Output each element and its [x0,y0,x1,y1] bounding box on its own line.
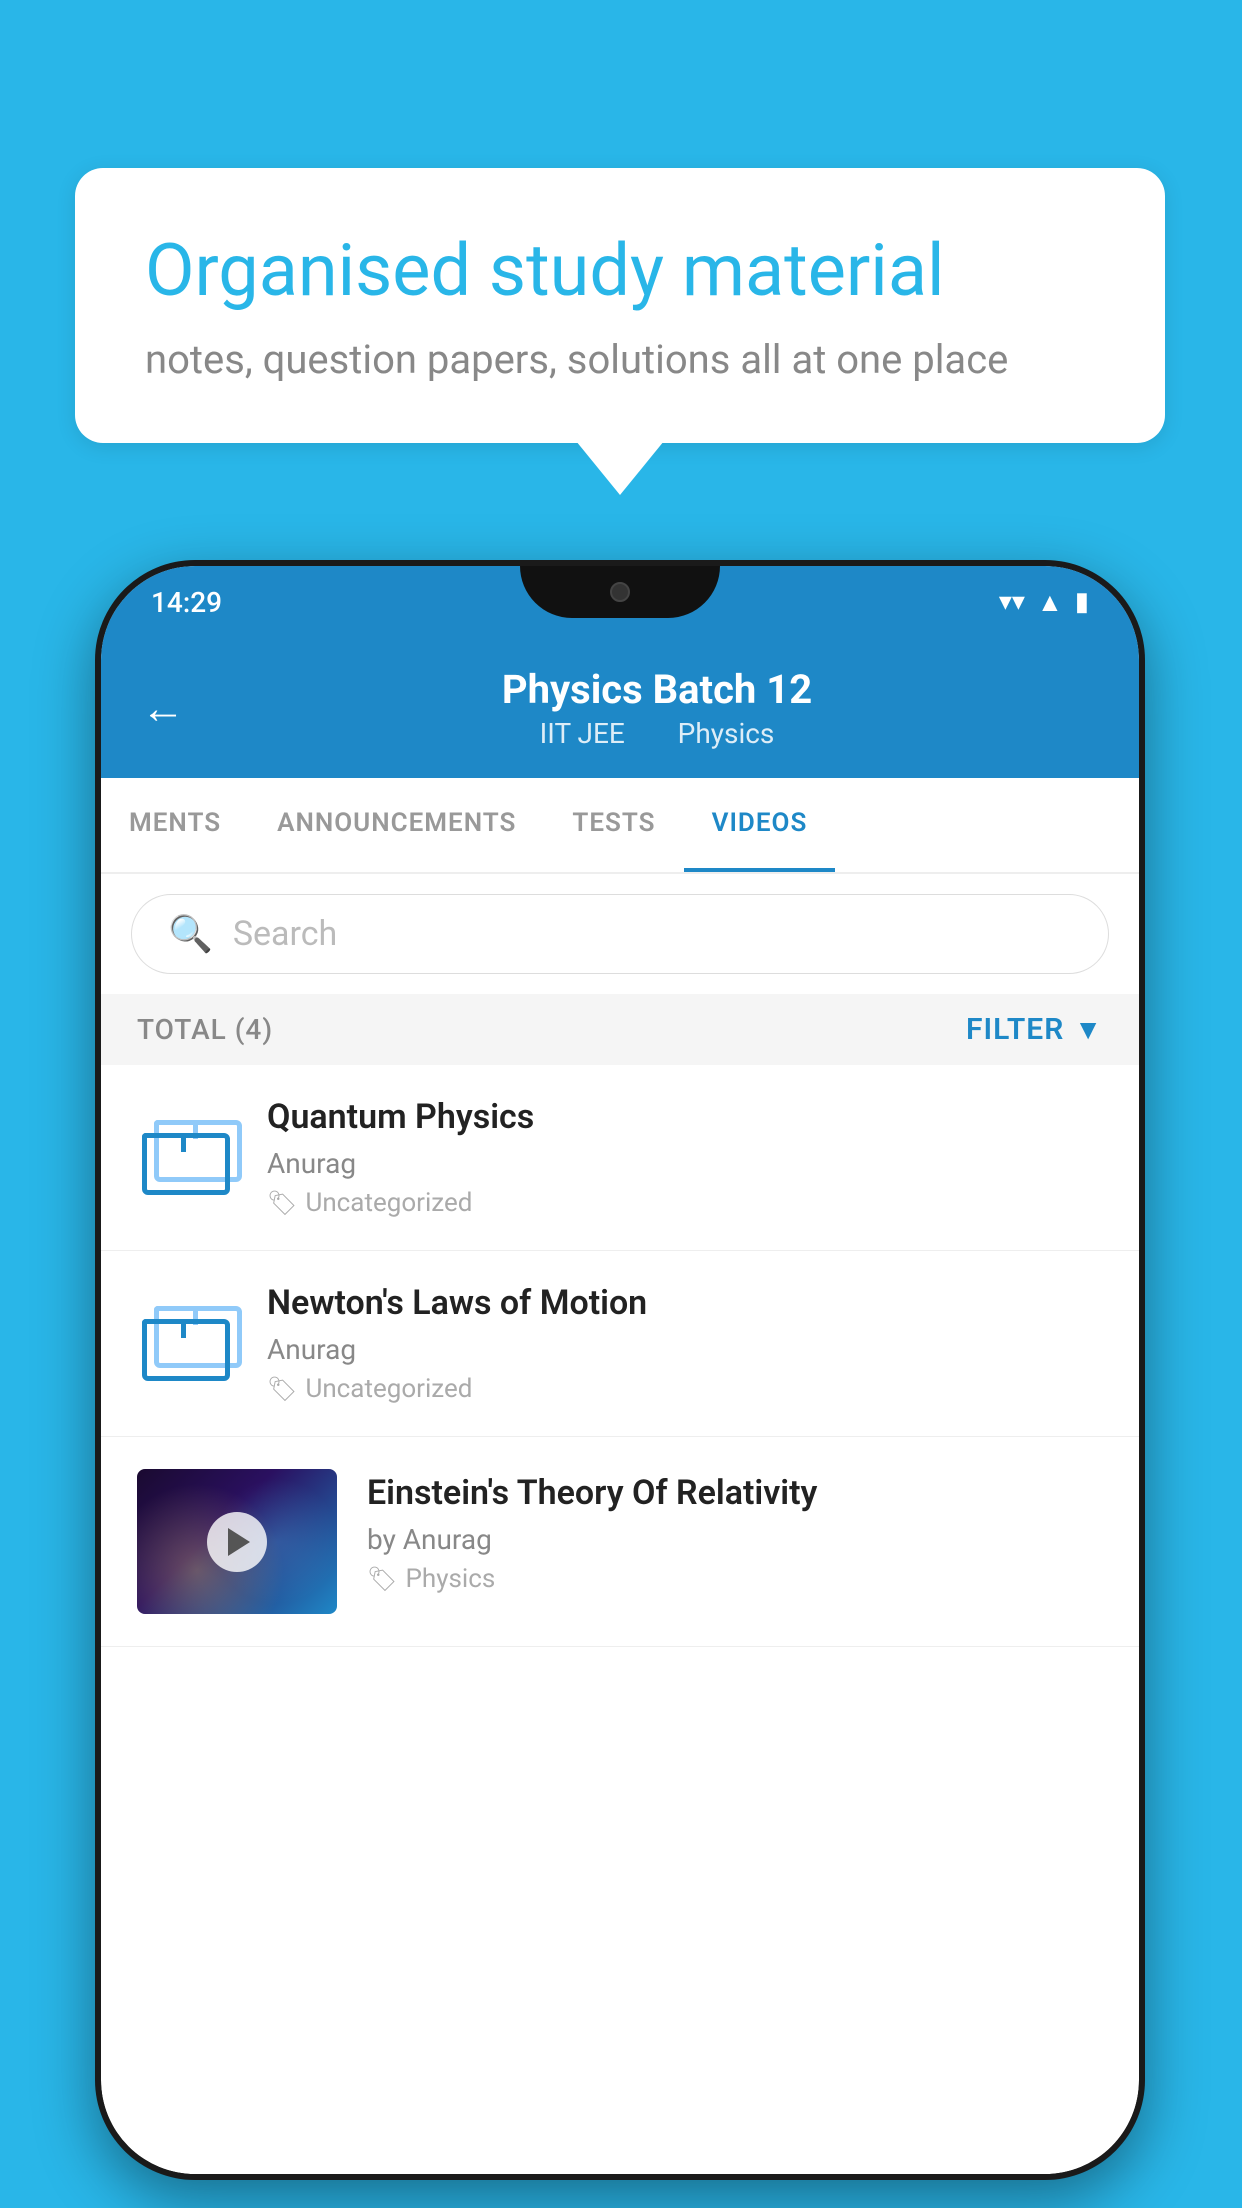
search-bar[interactable]: 🔍 Search [131,894,1109,974]
video-item[interactable]: Newton's Laws of Motion Anurag 🏷 Uncateg… [101,1251,1139,1437]
play-button[interactable] [207,1512,267,1572]
filter-bar: TOTAL (4) FILTER ▼ [101,994,1139,1065]
bubble-title: Organised study material [145,228,1095,314]
video-item[interactable]: Quantum Physics Anurag 🏷 Uncategorized [101,1065,1139,1251]
bubble-subtitle: notes, question papers, solutions all at… [145,336,1095,383]
tab-videos[interactable]: VIDEOS [684,778,836,872]
wifi-icon: ▾▾ [999,587,1025,617]
back-button[interactable]: ← [141,682,185,734]
search-container: 🔍 Search [101,874,1139,994]
tab-bar: MENTS ANNOUNCEMENTS TESTS VIDEOS [101,778,1139,874]
video-thumbnail [137,1469,337,1614]
camera-icon [610,582,630,602]
total-count: TOTAL (4) [137,1013,273,1046]
video-author: Anurag [267,1333,1103,1366]
tag-icon: 🏷 [367,1565,397,1593]
notch [520,566,720,618]
folder-front-icon [142,1319,220,1381]
video-tag: 🏷 Uncategorized [267,1188,1103,1218]
search-icon: 🔍 [168,913,213,955]
header-title-area: Physics Batch 12 IIT JEE Physics [215,666,1099,750]
video-info: Newton's Laws of Motion Anurag 🏷 Uncateg… [267,1283,1103,1404]
tag-label: Uncategorized [305,1188,472,1218]
video-title: Einstein's Theory Of Relativity [367,1473,1103,1513]
header-subtitle: IIT JEE Physics [215,717,1099,750]
video-info: Einstein's Theory Of Relativity by Anura… [367,1469,1103,1594]
tag-label: Uncategorized [305,1374,472,1404]
tag-label: Physics [405,1564,495,1594]
search-placeholder: Search [233,914,337,954]
header-title: Physics Batch 12 [215,666,1099,713]
video-title: Newton's Laws of Motion [267,1283,1103,1323]
tab-announcements[interactable]: ANNOUNCEMENTS [249,778,544,872]
video-list: Quantum Physics Anurag 🏷 Uncategorized [101,1065,1139,1647]
filter-label: FILTER [966,1012,1064,1047]
folder-front-icon [142,1133,220,1195]
video-icon-area [137,1120,237,1195]
app-header: ← Physics Batch 12 IIT JEE Physics [101,638,1139,778]
tag-icon: 🏷 [267,1189,297,1217]
video-tag: 🏷 Uncategorized [267,1374,1103,1404]
play-icon [228,1528,250,1556]
phone-inner: 14:29 ▾▾ ▲ ▮ ← Physics Batch 12 IIT JEE [101,566,1139,2174]
filter-icon: ▼ [1074,1013,1103,1046]
speech-bubble: Organised study material notes, question… [75,168,1165,443]
filter-button[interactable]: FILTER ▼ [966,1012,1103,1047]
phone-frame: 14:29 ▾▾ ▲ ▮ ← Physics Batch 12 IIT JEE [95,560,1145,2180]
folder-icon [142,1306,232,1381]
video-tag: 🏷 Physics [367,1564,1103,1594]
status-bar: 14:29 ▾▾ ▲ ▮ [101,566,1139,638]
status-time: 14:29 [151,586,222,619]
status-icons: ▾▾ ▲ ▮ [999,587,1089,618]
header-subtitle-physics: Physics [678,717,775,750]
tag-icon: 🏷 [267,1375,297,1403]
video-icon-area [137,1306,237,1381]
video-info: Quantum Physics Anurag 🏷 Uncategorized [267,1097,1103,1218]
header-subtitle-separator [648,717,662,750]
signal-icon: ▲ [1037,587,1063,618]
video-title: Quantum Physics [267,1097,1103,1137]
battery-icon: ▮ [1075,587,1089,617]
video-item-thumb[interactable]: Einstein's Theory Of Relativity by Anura… [101,1437,1139,1647]
header-subtitle-iitjee: IIT JEE [540,717,625,750]
folder-icon [142,1120,232,1195]
tab-ments[interactable]: MENTS [101,778,249,872]
tab-tests[interactable]: TESTS [544,778,683,872]
video-author: Anurag [267,1147,1103,1180]
video-author: by Anurag [367,1523,1103,1556]
phone-screen: 14:29 ▾▾ ▲ ▮ ← Physics Batch 12 IIT JEE [101,566,1139,2174]
